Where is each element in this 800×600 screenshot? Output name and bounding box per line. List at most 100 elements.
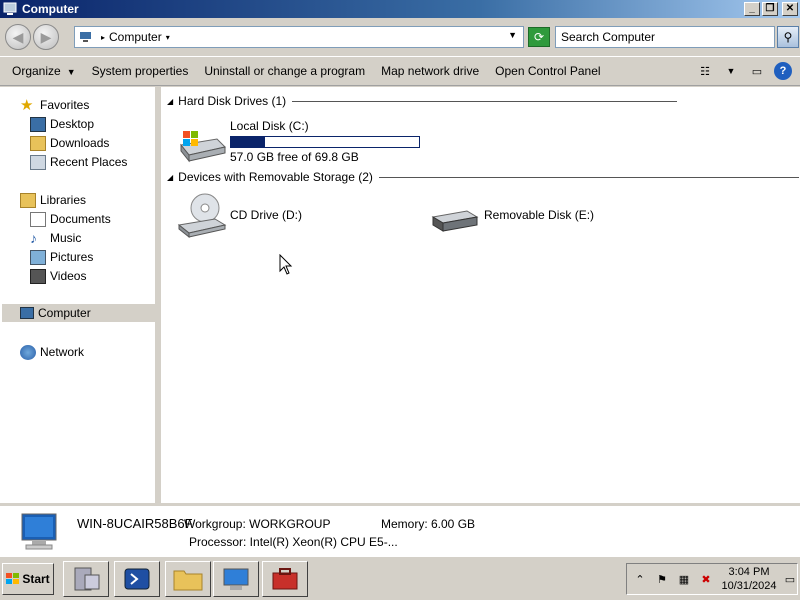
content-pane: ◢ Hard Disk Drives (1) Local Disk (C:) 5… <box>161 87 800 503</box>
taskbar-computer-window[interactable] <box>213 561 259 597</box>
navigation-pane: ★ Favorites Desktop Downloads Recent Pla… <box>0 87 158 503</box>
organize-menu[interactable]: Organize ▼ <box>12 64 76 78</box>
music-icon: ♪ <box>30 229 37 246</box>
clock-time: 3:04 PM <box>728 566 770 578</box>
computer-icon <box>80 32 91 42</box>
start-button[interactable]: Start <box>2 563 54 595</box>
view-options-chevron-icon[interactable]: ▼ <box>722 62 740 80</box>
powershell-icon <box>124 568 150 590</box>
libraries-icon <box>20 192 36 208</box>
back-arrow-icon: ◀ <box>12 28 24 45</box>
nav-libraries[interactable]: Libraries <box>20 191 86 209</box>
preview-pane-icon[interactable]: ▭ <box>748 62 766 80</box>
workgroup-info: Workgroup: WORKGROUP <box>184 517 331 531</box>
downloads-folder-icon <box>30 135 46 151</box>
address-row: ◀ ▶ ▸ Computer ▾ ▼ ⟳ Search Computer ⚲ <box>0 18 800 56</box>
help-icon[interactable]: ? <box>774 62 792 80</box>
capacity-bar-fill <box>231 137 266 147</box>
search-button[interactable]: ⚲ <box>777 26 799 48</box>
nav-network[interactable]: Network <box>20 343 84 361</box>
clock[interactable]: 3:04 PM 10/31/2024 <box>719 565 779 593</box>
minimize-button[interactable]: _ <box>744 2 760 16</box>
documents-icon <box>30 211 46 227</box>
drive-c-label: Local Disk (C:) <box>230 119 309 133</box>
desktop-icon <box>30 116 46 132</box>
group-header-hdd[interactable]: ◢ Hard Disk Drives (1) <box>167 93 678 109</box>
group-divider <box>292 100 678 102</box>
group-divider <box>378 176 799 178</box>
details-pane: WIN-8UCAIR58B6F Workgroup: WORKGROUP Mem… <box>0 503 800 556</box>
network-icon <box>20 344 36 360</box>
nav-music[interactable]: ♪ Music <box>30 229 81 247</box>
collapse-caret-icon: ◢ <box>167 96 174 106</box>
nav-computer-label: Computer <box>38 306 91 320</box>
server-manager-icon <box>74 567 100 591</box>
system-tray: ⌃ ⚑ ▦ ✖ 3:04 PM 10/31/2024 ▭ <box>626 563 798 595</box>
uninstall-program-button[interactable]: Uninstall or change a program <box>204 64 365 78</box>
breadcrumb-computer[interactable]: Computer <box>109 30 162 44</box>
nav-videos[interactable]: Videos <box>30 267 86 285</box>
nav-pictures-label: Pictures <box>50 250 94 264</box>
drive-c-free-space: 57.0 GB free of 69.8 GB <box>230 150 359 164</box>
group-header-removable[interactable]: ◢ Devices with Removable Storage (2) <box>167 169 799 185</box>
nav-downloads[interactable]: Downloads <box>30 134 109 152</box>
action-center-flag-icon[interactable]: ⚑ <box>653 570 671 588</box>
address-dropdown-icon[interactable]: ▼ <box>508 30 517 40</box>
hard-disk-icon <box>180 131 226 163</box>
nav-network-label: Network <box>40 345 85 359</box>
back-button[interactable]: ◀ <box>5 24 31 50</box>
taskbar-toolbox[interactable] <box>262 561 308 597</box>
nav-music-label: Music <box>50 231 82 245</box>
windows-logo-icon <box>6 573 20 584</box>
processor-info: Processor: Intel(R) Xeon(R) CPU E5-... <box>189 535 398 549</box>
taskbar-explorer[interactable] <box>165 561 211 597</box>
nav-computer[interactable]: Computer <box>2 304 155 322</box>
computer-icon <box>3 2 17 15</box>
maximize-button[interactable]: ❐ <box>762 2 778 16</box>
nav-desktop[interactable]: Desktop <box>30 115 94 133</box>
volume-muted-icon[interactable]: ✖ <box>697 570 715 588</box>
group-hdd-label: Hard Disk Drives (1) <box>178 94 287 108</box>
mouse-pointer-icon <box>279 254 293 275</box>
network-status-icon[interactable]: ▦ <box>675 570 693 588</box>
nav-favorites[interactable]: ★ Favorites <box>20 96 89 114</box>
nav-documents-label: Documents <box>50 212 111 226</box>
address-bar[interactable]: ▸ Computer ▾ ▼ <box>74 26 524 48</box>
refresh-icon: ⟳ <box>533 30 545 44</box>
chevron-down-icon: ▼ <box>66 67 76 77</box>
recent-places-icon <box>30 154 46 170</box>
videos-icon <box>30 268 46 284</box>
search-input[interactable]: Search Computer <box>555 26 775 48</box>
taskbar-powershell[interactable] <box>114 561 160 597</box>
folder-icon <box>173 570 203 591</box>
refresh-button[interactable]: ⟳ <box>528 27 550 47</box>
breadcrumb-chevron-icon[interactable]: ▾ <box>166 33 170 42</box>
capacity-bar <box>230 136 420 148</box>
nav-recent-places[interactable]: Recent Places <box>30 153 127 171</box>
title-bar: Computer _ ❐ ✕ <box>0 0 800 18</box>
forward-button[interactable]: ▶ <box>33 24 59 50</box>
show-desktop-icon[interactable]: ▭ <box>781 570 799 588</box>
nav-pictures[interactable]: Pictures <box>30 248 93 266</box>
map-network-drive-button[interactable]: Map network drive <box>381 64 479 78</box>
nav-documents[interactable]: Documents <box>30 210 111 228</box>
computer-icon <box>20 307 34 319</box>
breadcrumb-separator-icon[interactable]: ▸ <box>101 33 105 42</box>
nav-downloads-label: Downloads <box>50 136 110 150</box>
window-title: Computer <box>22 2 79 16</box>
system-properties-button[interactable]: System properties <box>92 64 189 78</box>
nav-libraries-label: Libraries <box>40 193 87 207</box>
drive-d-label: CD Drive (D:) <box>230 208 302 222</box>
computer-name: WIN-8UCAIR58B6F <box>77 516 193 531</box>
organize-label: Organize <box>12 64 61 78</box>
change-view-icon[interactable]: ☷ <box>696 62 714 80</box>
taskbar-server-manager[interactable] <box>63 561 109 597</box>
nav-recent-label: Recent Places <box>50 155 128 169</box>
drive-e-label: Removable Disk (E:) <box>484 208 595 222</box>
open-control-panel-button[interactable]: Open Control Panel <box>495 64 600 78</box>
memory-info: Memory: 6.00 GB <box>381 517 476 531</box>
close-button[interactable]: ✕ <box>782 2 798 16</box>
start-label: Start <box>22 572 50 586</box>
show-hidden-icons-icon[interactable]: ⌃ <box>631 570 649 588</box>
nav-favorites-label: Favorites <box>40 98 90 112</box>
